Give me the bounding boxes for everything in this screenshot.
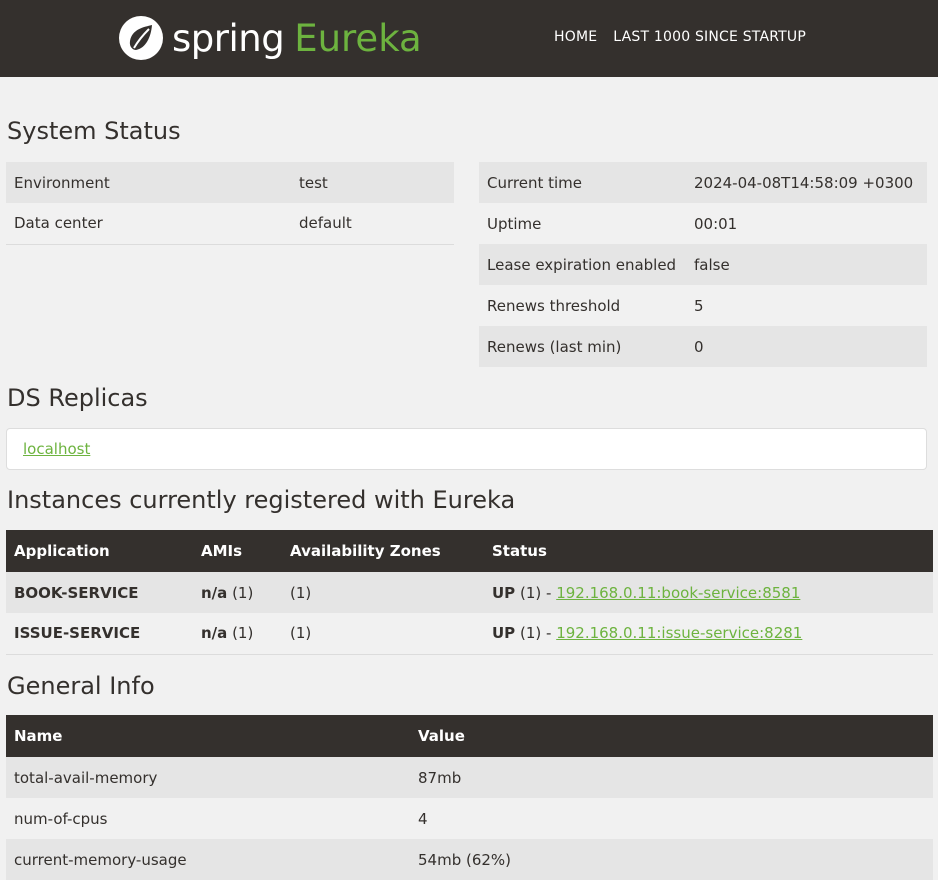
ds-replicas-title: DS Replicas (7, 384, 148, 412)
column-header-value: Value (410, 715, 933, 757)
general-info-title: General Info (7, 672, 155, 700)
status-value: default (291, 203, 454, 245)
nav-last-1000-link[interactable]: LAST 1000 SINCE STARTUP (613, 29, 806, 45)
table-row: Renews threshold 5 (479, 285, 927, 326)
info-value: 4 (418, 809, 428, 828)
status-label: Lease expiration enabled (479, 244, 686, 285)
table-header-row: Name Value (6, 715, 933, 757)
brand-eureka-text: Eureka (294, 16, 422, 60)
zones-value: (1) (282, 572, 484, 613)
status-value: 5 (694, 296, 704, 315)
column-header-amis: AMIs (193, 530, 282, 572)
instance-link[interactable]: 192.168.0.11:book-service:8581 (556, 584, 800, 602)
status-count: (1) - (519, 583, 552, 602)
table-row: Renews (last min) 0 (479, 326, 927, 367)
ami-value: n/a (201, 624, 228, 643)
status-label: Uptime (487, 214, 542, 233)
status-value: test (291, 162, 454, 203)
column-header-name: Name (6, 715, 410, 757)
status-count: (1) - (519, 624, 552, 643)
status-value: 2024-04-08T14:58:09 +0300 (686, 162, 927, 203)
instances-title: Instances currently registered with Eure… (7, 486, 516, 514)
info-name: total-avail-memory (6, 757, 410, 798)
status-value: 0 (686, 326, 927, 367)
system-status-right-table: Current time 2024-04-08T14:58:09 +0300 U… (479, 162, 927, 367)
ami-count: (1) (232, 624, 254, 643)
table-row: Current time 2024-04-08T14:58:09 +0300 (479, 162, 927, 203)
replica-localhost-link[interactable]: localhost (23, 440, 90, 458)
info-value: 87mb (410, 757, 933, 798)
zones-value: (1) (282, 613, 484, 655)
status-label: Environment (6, 162, 291, 203)
table-row: num-of-cpus 4 (6, 798, 933, 839)
table-row: Lease expiration enabled false (479, 244, 927, 285)
ami-value: n/a (201, 583, 228, 602)
brand-spring-text: spring (172, 16, 285, 60)
column-header-zones: Availability Zones (282, 530, 484, 572)
table-row: Uptime 00:01 (479, 203, 927, 244)
table-header-row: Application AMIs Availability Zones Stat… (6, 530, 933, 572)
nav-home-link[interactable]: HOME (554, 29, 597, 45)
application-name: BOOK-SERVICE (14, 583, 139, 602)
system-status-title: System Status (7, 117, 181, 145)
table-row: Environment test (6, 162, 454, 203)
brand[interactable]: spring Eureka (118, 15, 422, 61)
status-value: 00:01 (694, 214, 738, 233)
ami-count: (1) (232, 583, 254, 602)
instances-table: Application AMIs Availability Zones Stat… (6, 530, 933, 655)
status-value: false (686, 244, 927, 285)
status-label: Data center (6, 203, 291, 245)
info-name: num-of-cpus (14, 809, 108, 828)
top-navbar: spring Eureka HOME LAST 1000 SINCE START… (0, 0, 938, 77)
status-label: Renews (last min) (479, 326, 686, 367)
column-header-application: Application (6, 530, 193, 572)
table-row: BOOK-SERVICE n/a (1) (1) UP (1) - 192.16… (6, 572, 933, 613)
status-up: UP (492, 583, 516, 602)
status-label: Renews threshold (487, 296, 621, 315)
column-header-status: Status (484, 530, 933, 572)
instance-link[interactable]: 192.168.0.11:issue-service:8281 (556, 624, 802, 642)
application-name: ISSUE-SERVICE (14, 624, 141, 643)
main-nav: HOME LAST 1000 SINCE STARTUP (554, 29, 806, 45)
general-info-table: Name Value total-avail-memory 87mb num-o… (6, 715, 933, 880)
table-row: ISSUE-SERVICE n/a (1) (1) UP (1) - 192.1… (6, 613, 933, 655)
spring-leaf-icon (119, 16, 163, 60)
status-up: UP (492, 624, 516, 643)
status-label: Current time (479, 162, 686, 203)
table-row: total-avail-memory 87mb (6, 757, 933, 798)
system-status-left-table: Environment test Data center default (6, 162, 454, 245)
table-row: Data center default (6, 203, 454, 245)
replicas-panel: localhost (6, 428, 927, 470)
